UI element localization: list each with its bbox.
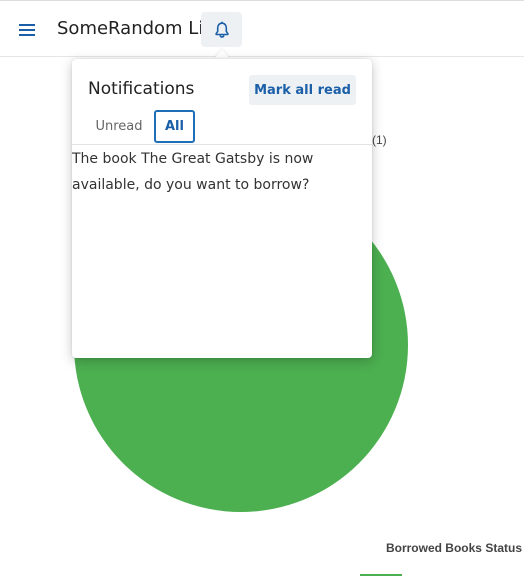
chart-title: Borrowed Books Status (385, 541, 522, 555)
notification-item[interactable]: The book The Great Gatsby is now availab… (72, 146, 334, 198)
notifications-button[interactable] (201, 12, 242, 47)
mark-all-read-button[interactable]: Mark all read (249, 75, 356, 105)
divider (72, 144, 372, 145)
hamburger-menu-icon (19, 24, 35, 36)
tab-unread[interactable]: Unread (88, 110, 150, 143)
notifications-title: Notifications (88, 79, 195, 99)
popover-arrow (214, 49, 230, 59)
app-title: SomeRandom Lib (57, 18, 215, 39)
notifications-popover: Notifications Mark all read Unread All T… (72, 59, 372, 358)
pie-slice-label: (1) (372, 133, 387, 147)
bell-icon (214, 21, 229, 38)
app-bar: SomeRandom Lib (0, 0, 524, 57)
tab-all[interactable]: All (154, 110, 195, 143)
menu-button[interactable] (12, 15, 42, 45)
